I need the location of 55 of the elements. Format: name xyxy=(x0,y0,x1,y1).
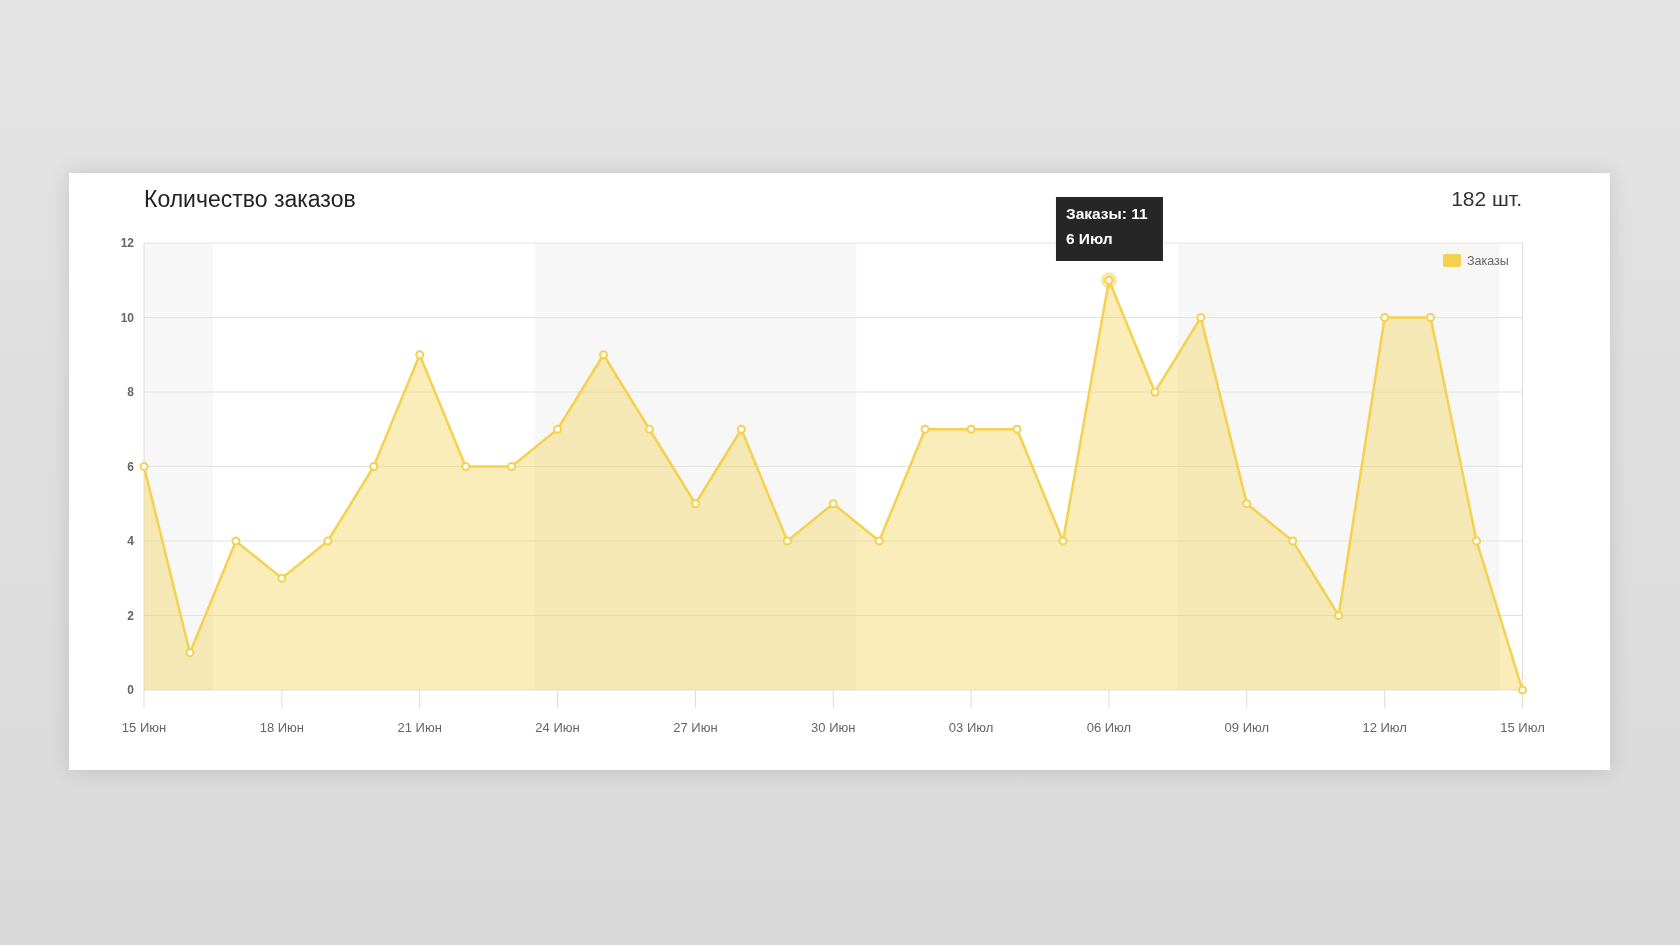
data-point[interactable] xyxy=(690,499,700,509)
x-tick-label: 15 Июл xyxy=(1500,720,1545,735)
x-tick-label: 15 Июн xyxy=(121,720,167,735)
data-point[interactable] xyxy=(644,424,654,434)
data-point[interactable] xyxy=(828,499,838,509)
x-tick-label: 12 Июл xyxy=(1362,720,1407,735)
x-tick-label: 27 Июн xyxy=(673,720,718,735)
data-point[interactable] xyxy=(736,424,746,434)
y-tick-label: 6 xyxy=(127,459,134,474)
data-point[interactable] xyxy=(185,648,195,658)
y-tick-label: 0 xyxy=(127,683,134,697)
y-tick-label: 12 xyxy=(120,236,134,250)
legend-label[interactable]: Заказы xyxy=(1467,254,1509,268)
data-point[interactable] xyxy=(369,462,379,471)
data-point[interactable] xyxy=(874,536,884,546)
data-point[interactable] xyxy=(1334,611,1344,620)
data-point[interactable] xyxy=(1150,387,1160,397)
data-point[interactable] xyxy=(599,350,608,360)
data-point[interactable] xyxy=(277,573,287,583)
tooltip-value: Заказы: 11 xyxy=(1065,205,1148,222)
data-point[interactable] xyxy=(323,536,333,546)
data-point[interactable] xyxy=(966,424,976,434)
data-point[interactable] xyxy=(782,536,792,546)
data-point[interactable] xyxy=(1518,685,1527,695)
x-tick-label: 30 Июн xyxy=(811,720,856,735)
x-tick-label: 09 Июл xyxy=(1224,720,1270,735)
data-point[interactable] xyxy=(920,424,930,434)
data-point[interactable] xyxy=(461,462,471,471)
data-point[interactable] xyxy=(1380,313,1390,322)
card-title: Количество заказов xyxy=(144,184,356,214)
total-count: 182 шт. xyxy=(1451,186,1522,213)
y-tick-label: 10 xyxy=(120,310,134,325)
data-point[interactable] xyxy=(1196,313,1206,322)
x-tick-label: 03 Июл xyxy=(948,720,994,735)
x-tick-label: 18 Июн xyxy=(259,720,305,735)
y-tick-label: 2 xyxy=(127,608,134,623)
data-point[interactable] xyxy=(415,350,425,360)
x-tick-label: 21 Июн xyxy=(397,720,442,735)
data-point[interactable] xyxy=(1472,536,1482,546)
data-point[interactable] xyxy=(1288,536,1298,546)
x-tick-label: 24 Июн xyxy=(535,720,580,735)
data-point[interactable] xyxy=(1012,424,1022,434)
tooltip-date: 6 Июл xyxy=(1065,230,1113,247)
data-point[interactable] xyxy=(1242,499,1252,509)
data-point[interactable] xyxy=(507,462,517,471)
data-point[interactable] xyxy=(139,462,149,471)
x-tick-label: 06 Июл xyxy=(1086,720,1132,735)
data-point[interactable] xyxy=(1104,275,1114,285)
data-point[interactable] xyxy=(1426,313,1436,322)
data-point[interactable] xyxy=(231,536,241,546)
legend-swatch xyxy=(1443,254,1461,267)
y-tick-label: 4 xyxy=(127,534,134,548)
data-point[interactable] xyxy=(1058,536,1068,546)
data-point[interactable] xyxy=(553,424,563,434)
y-tick-label: 8 xyxy=(127,385,134,399)
